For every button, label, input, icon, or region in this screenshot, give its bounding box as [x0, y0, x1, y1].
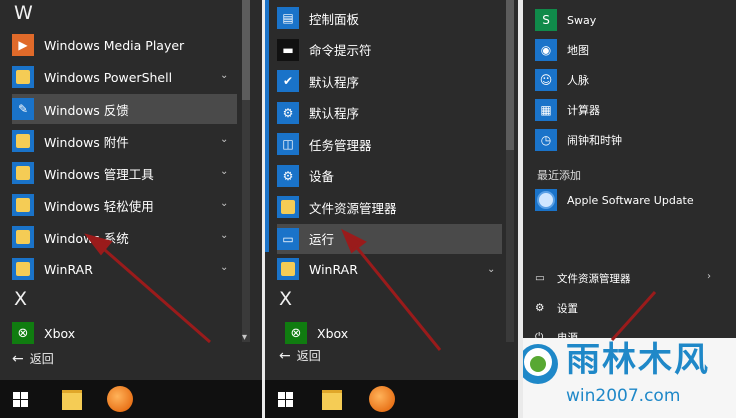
annotation-arrows — [84, 228, 657, 351]
